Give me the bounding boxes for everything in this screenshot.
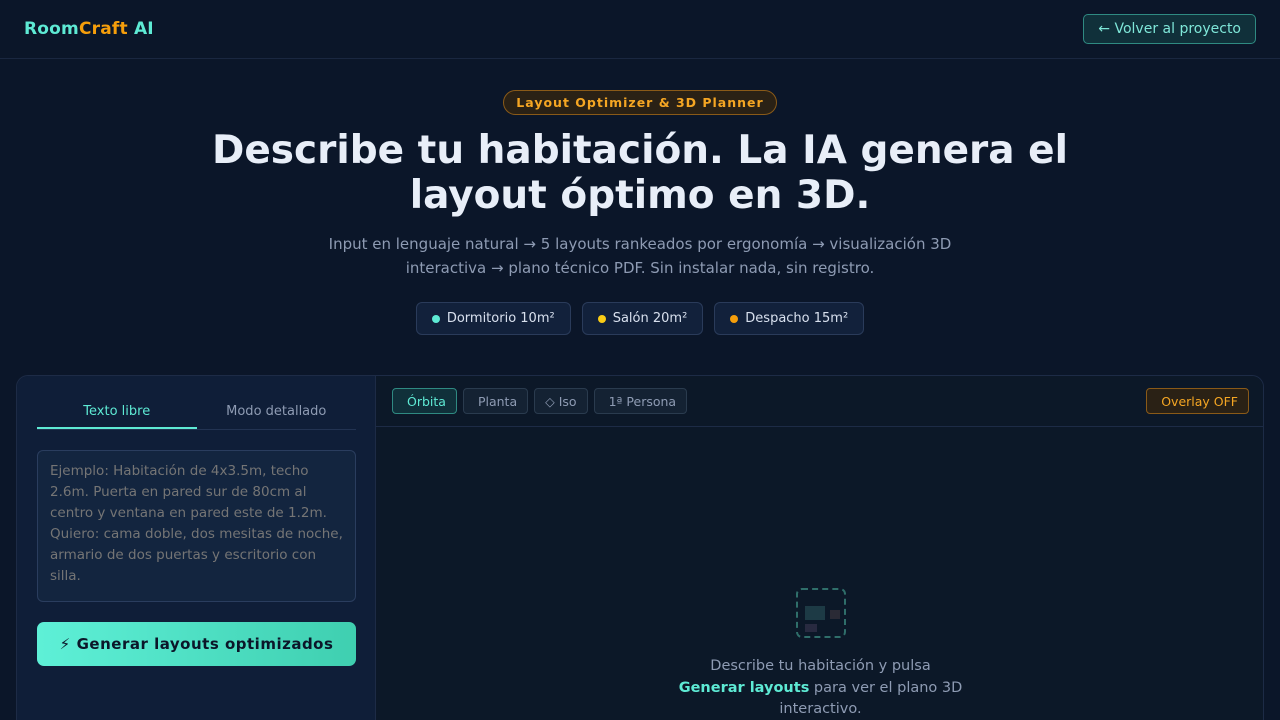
view-orbita-button[interactable]: Órbita (392, 388, 457, 414)
chip-label: Salón 20m² (612, 311, 688, 326)
view-first-person-button[interactable]: 1ª Persona (593, 388, 688, 414)
empty-state-highlight: Generar layouts (678, 679, 810, 696)
view-mode-group: Órbita Planta ◇ Iso 1ª Persona (392, 388, 688, 414)
chip-label: Dormitorio 10m² (446, 311, 555, 326)
room-description-input[interactable] (37, 450, 356, 602)
hero-section: Layout Optimizer & 3D Planner Describe t… (0, 90, 1280, 335)
overlay-toggle-button[interactable]: Overlay OFF (1146, 388, 1249, 414)
view-label: 1ª Persona (608, 393, 677, 409)
dot-icon (730, 314, 739, 323)
view-planta-button[interactable]: Planta (462, 388, 529, 414)
dot-icon (597, 314, 606, 323)
brand-logo[interactable]: RoomCraft AI (24, 19, 154, 39)
page-subtitle: Input en lenguaje natural → 5 layouts ra… (328, 235, 952, 277)
preset-chip-salon[interactable]: Salón 20m² (581, 302, 704, 335)
generate-layouts-button[interactable]: ⚡ Generar layouts optimizados (37, 622, 356, 666)
chip-label: Despacho 15m² (745, 311, 849, 326)
brand-ai: AI (127, 19, 154, 39)
preset-chip-dormitorio[interactable]: Dormitorio 10m² (415, 302, 571, 335)
floorplan-placeholder-icon (795, 588, 846, 638)
brand-craft: Craft (78, 19, 128, 39)
preset-chip-despacho[interactable]: Despacho 15m² (714, 302, 865, 335)
brand-room: Room (24, 19, 79, 39)
view-label: Iso (558, 393, 577, 409)
empty-state-message: Describe tu habitación y pulsa Generar l… (678, 658, 963, 717)
viewer-toolbar: Órbita Planta ◇ Iso 1ª Persona Overlay O… (376, 376, 1263, 427)
planner-panel: Texto libre Modo detallado ⚡ Generar lay… (16, 375, 1264, 720)
lightning-icon: ⚡ (59, 635, 71, 653)
view-label: Planta (477, 393, 518, 409)
back-to-project-button[interactable]: ← Volver al proyecto (1083, 14, 1256, 44)
overlay-label: Overlay OFF (1161, 393, 1238, 409)
view-label: Órbita (407, 393, 446, 409)
top-bar: RoomCraft AI ← Volver al proyecto (0, 0, 1280, 59)
input-mode-tabs: Texto libre Modo detallado (37, 396, 356, 430)
empty-state: Describe tu habitación y pulsa Generar l… (376, 588, 1263, 720)
diamond-icon: ◇ (545, 393, 555, 409)
feature-badge: Layout Optimizer & 3D Planner (503, 90, 777, 115)
tab-modo-detallado[interactable]: Modo detallado (197, 396, 357, 429)
preset-chips: Dormitorio 10m² Salón 20m² Despacho 15m² (0, 302, 1280, 335)
dot-icon (431, 314, 440, 323)
input-panel: Texto libre Modo detallado ⚡ Generar lay… (17, 376, 376, 720)
page-title: Describe tu habitación. La IA genera el … (211, 128, 1068, 218)
tab-texto-libre[interactable]: Texto libre (37, 396, 197, 429)
view-iso-button[interactable]: ◇ Iso (534, 388, 588, 414)
generate-label: Generar layouts optimizados (76, 635, 334, 653)
viewer-panel: Órbita Planta ◇ Iso 1ª Persona Overlay O… (376, 376, 1263, 720)
